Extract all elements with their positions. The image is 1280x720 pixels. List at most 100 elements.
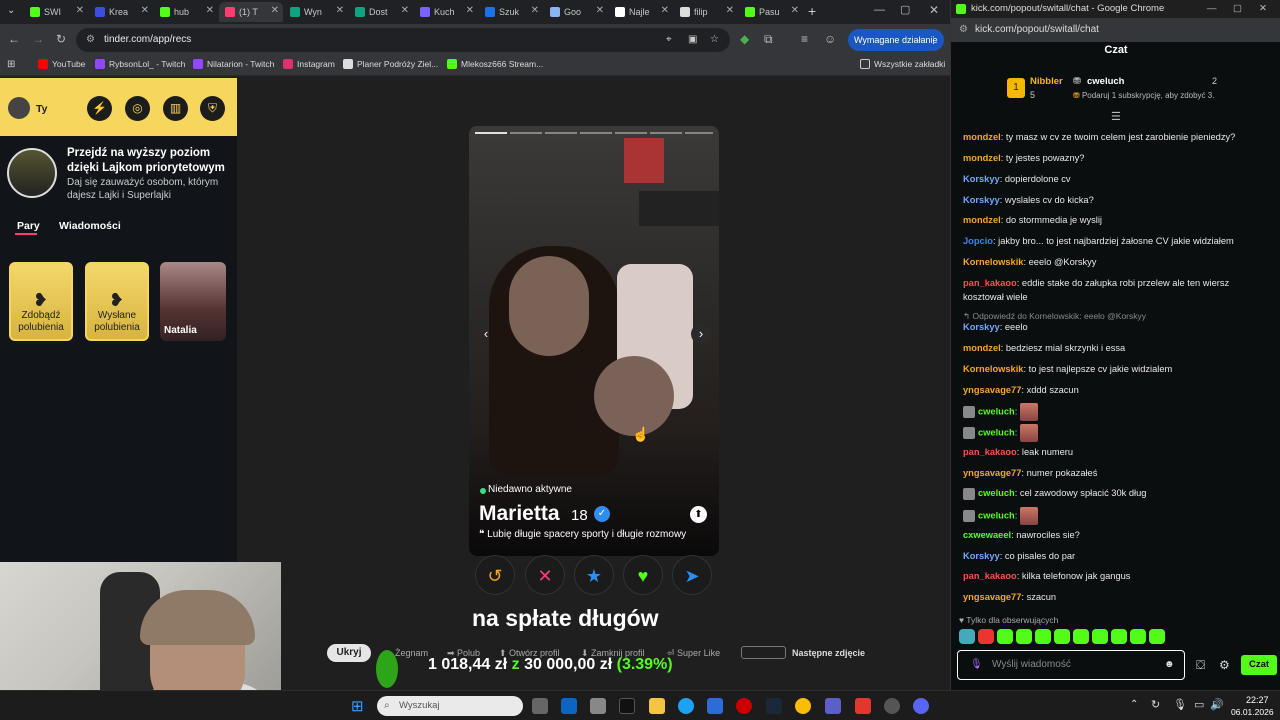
like-button[interactable]: ♥ — [623, 555, 663, 595]
store-icon[interactable] — [590, 698, 606, 714]
chat-username[interactable]: Korskyy — [963, 195, 1000, 205]
file-explorer-icon[interactable] — [649, 698, 665, 714]
emote-3[interactable] — [997, 629, 1013, 644]
profile-avatar-icon[interactable]: ☺ — [824, 32, 836, 46]
maximize-icon[interactable]: ▢ — [900, 3, 910, 16]
windows-start-icon[interactable]: ⊞ — [351, 697, 364, 715]
bookmark-mleko[interactable]: Mlekosz666 Stream... — [447, 59, 543, 69]
gift-store-icon[interactable]: ⛋ — [1196, 658, 1205, 673]
minimize-icon[interactable]: — — [1207, 0, 1217, 18]
close-tab-icon[interactable]: ✕ — [141, 5, 149, 16]
open-profile-icon[interactable]: ⬆ — [690, 506, 707, 523]
task-view-icon[interactable] — [532, 698, 548, 714]
tiktok-icon[interactable] — [619, 698, 635, 714]
emoji-icon[interactable]: ☻ — [1164, 651, 1175, 678]
browser-tab[interactable]: SWI ✕ — [24, 2, 88, 22]
chat-username[interactable]: Kornelowskik — [963, 364, 1023, 374]
browser-tab[interactable]: Goo ✕ — [544, 2, 608, 22]
close-tab-icon[interactable]: ✕ — [401, 5, 409, 16]
tab-messages[interactable]: Wiadomości — [59, 220, 121, 232]
close-window-icon[interactable]: ✕ — [1259, 0, 1267, 18]
close-tab-icon[interactable]: ✕ — [206, 5, 214, 16]
browser-tab[interactable]: Szuk ✕ — [479, 2, 543, 22]
close-tab-icon[interactable]: ✕ — [76, 5, 84, 16]
cast-icon[interactable]: ▣ — [688, 28, 697, 52]
app-icon[interactable] — [707, 698, 723, 714]
steam-icon[interactable] — [766, 698, 782, 714]
app-gray-icon[interactable] — [884, 698, 900, 714]
app-red-icon[interactable] — [855, 698, 871, 714]
boost-icon[interactable]: ⚡ — [87, 96, 112, 121]
chat-message-input[interactable]: 🎙 Wyślij wiadomość ☻ — [957, 650, 1185, 680]
extensions-puzzle-icon[interactable]: ⧉ — [764, 32, 773, 46]
user-label[interactable]: Ty — [36, 103, 47, 115]
settings-gear-icon[interactable]: ⚙ — [1219, 658, 1230, 672]
browser-tab[interactable]: Krea ✕ — [89, 2, 153, 22]
close-tab-icon[interactable]: ✕ — [661, 5, 669, 16]
teams-icon[interactable] — [825, 698, 841, 714]
chat-username[interactable]: yngsavage77 — [963, 592, 1021, 602]
close-tab-icon[interactable]: ✕ — [336, 5, 344, 16]
tray-sync-icon[interactable]: ↻ — [1151, 698, 1160, 711]
bookmark-rybson[interactable]: RybsonLol_ - Twitch — [95, 59, 185, 69]
leader-2-name[interactable]: cweluch — [1087, 76, 1125, 87]
chat-address-bar[interactable]: ⚙ kick.com/popout/switall/chat — [951, 18, 1280, 42]
emote-10[interactable] — [1130, 629, 1146, 644]
emote-5[interactable] — [1035, 629, 1051, 644]
tray-chevron-icon[interactable]: ⌃ — [1130, 699, 1138, 710]
new-tab-icon[interactable]: + — [808, 3, 816, 19]
leader-1-name[interactable]: Nibbler — [1030, 76, 1063, 87]
kebab-menu-icon[interactable]: ⋮ — [929, 29, 938, 51]
back-icon[interactable]: ← — [8, 32, 20, 46]
tab-search-icon[interactable]: ⌄ — [7, 5, 15, 16]
extension-diamond-icon[interactable]: ◆ — [740, 32, 749, 46]
emote-7[interactable] — [1073, 629, 1089, 644]
bookmark-youtube[interactable]: YouTube — [38, 59, 85, 69]
chat-username[interactable]: cweluch — [978, 427, 1015, 437]
browser-tab[interactable]: filip ✕ — [674, 2, 738, 22]
nope-button[interactable]: ✕ — [525, 555, 565, 595]
media-control-icon[interactable]: ≡ — [801, 32, 808, 46]
emote-9[interactable] — [1111, 629, 1127, 644]
chat-username[interactable]: Jopcio — [963, 236, 993, 246]
volume-icon[interactable]: 🔊 — [1210, 698, 1224, 711]
site-info-icon[interactable]: ⚙ — [959, 18, 968, 42]
shield-icon[interactable]: ⛨ — [200, 96, 225, 121]
close-tab-icon[interactable]: ✕ — [271, 5, 279, 16]
tray-mic-icon[interactable]: 🎙 — [1173, 698, 1187, 711]
all-bookmarks[interactable]: Wszystkie zakładki — [860, 59, 945, 69]
prev-photo-icon[interactable]: ‹ — [476, 324, 496, 344]
user-avatar[interactable] — [8, 97, 30, 119]
chat-username[interactable]: pan_kakaoo — [963, 278, 1017, 288]
edge-icon[interactable] — [678, 698, 694, 714]
forward-icon[interactable]: → — [32, 32, 44, 46]
chat-username[interactable]: Korskyy — [963, 551, 1000, 561]
emote-4[interactable] — [1016, 629, 1032, 644]
chat-send-button[interactable]: Czat — [1241, 655, 1277, 675]
outlook-icon[interactable] — [561, 698, 577, 714]
promo-title[interactable]: Przejdź na wyższy poziom dzięki Lajkom p… — [67, 146, 232, 176]
emote-11[interactable] — [1149, 629, 1165, 644]
browser-tab[interactable]: Dost ✕ — [349, 2, 413, 22]
pinned-menu-icon[interactable]: ☰ — [1111, 110, 1121, 123]
leader-sub-cta[interactable]: ⛃ Podaruj 1 subskrypcję, aby zdobyć 3. — [1073, 91, 1214, 100]
location-icon[interactable]: ⌖ — [666, 28, 672, 52]
chat-username[interactable]: mondzel — [963, 132, 1001, 142]
close-tab-icon[interactable]: ✕ — [726, 5, 734, 16]
close-tab-icon[interactable]: ✕ — [531, 5, 539, 16]
close-tab-icon[interactable]: ✕ — [791, 5, 799, 16]
clock-date[interactable]: 06.01.2026 — [1231, 707, 1274, 717]
close-window-icon[interactable]: ✕ — [929, 3, 939, 17]
emote-6[interactable] — [1054, 629, 1070, 644]
bookmark-instagram[interactable]: Instagram — [283, 59, 335, 69]
maximize-icon[interactable]: ▢ — [1233, 0, 1242, 18]
site-info-icon[interactable]: ⚙ — [86, 28, 95, 52]
bookmark-star-icon[interactable]: ☆ — [710, 28, 719, 52]
explore-icon[interactable]: ◎ — [125, 96, 150, 121]
sent-likes-card[interactable]: ❥ Wysłane polubienia — [85, 262, 149, 341]
chat-username[interactable]: pan_kakaoo — [963, 447, 1017, 457]
chat-username[interactable]: yngsavage77 — [963, 385, 1021, 395]
bookmark-planer[interactable]: Planer Podróży Ziel... — [343, 59, 438, 69]
hide-button[interactable]: Ukryj — [327, 644, 371, 662]
chat-username[interactable]: mondzel — [963, 153, 1001, 163]
